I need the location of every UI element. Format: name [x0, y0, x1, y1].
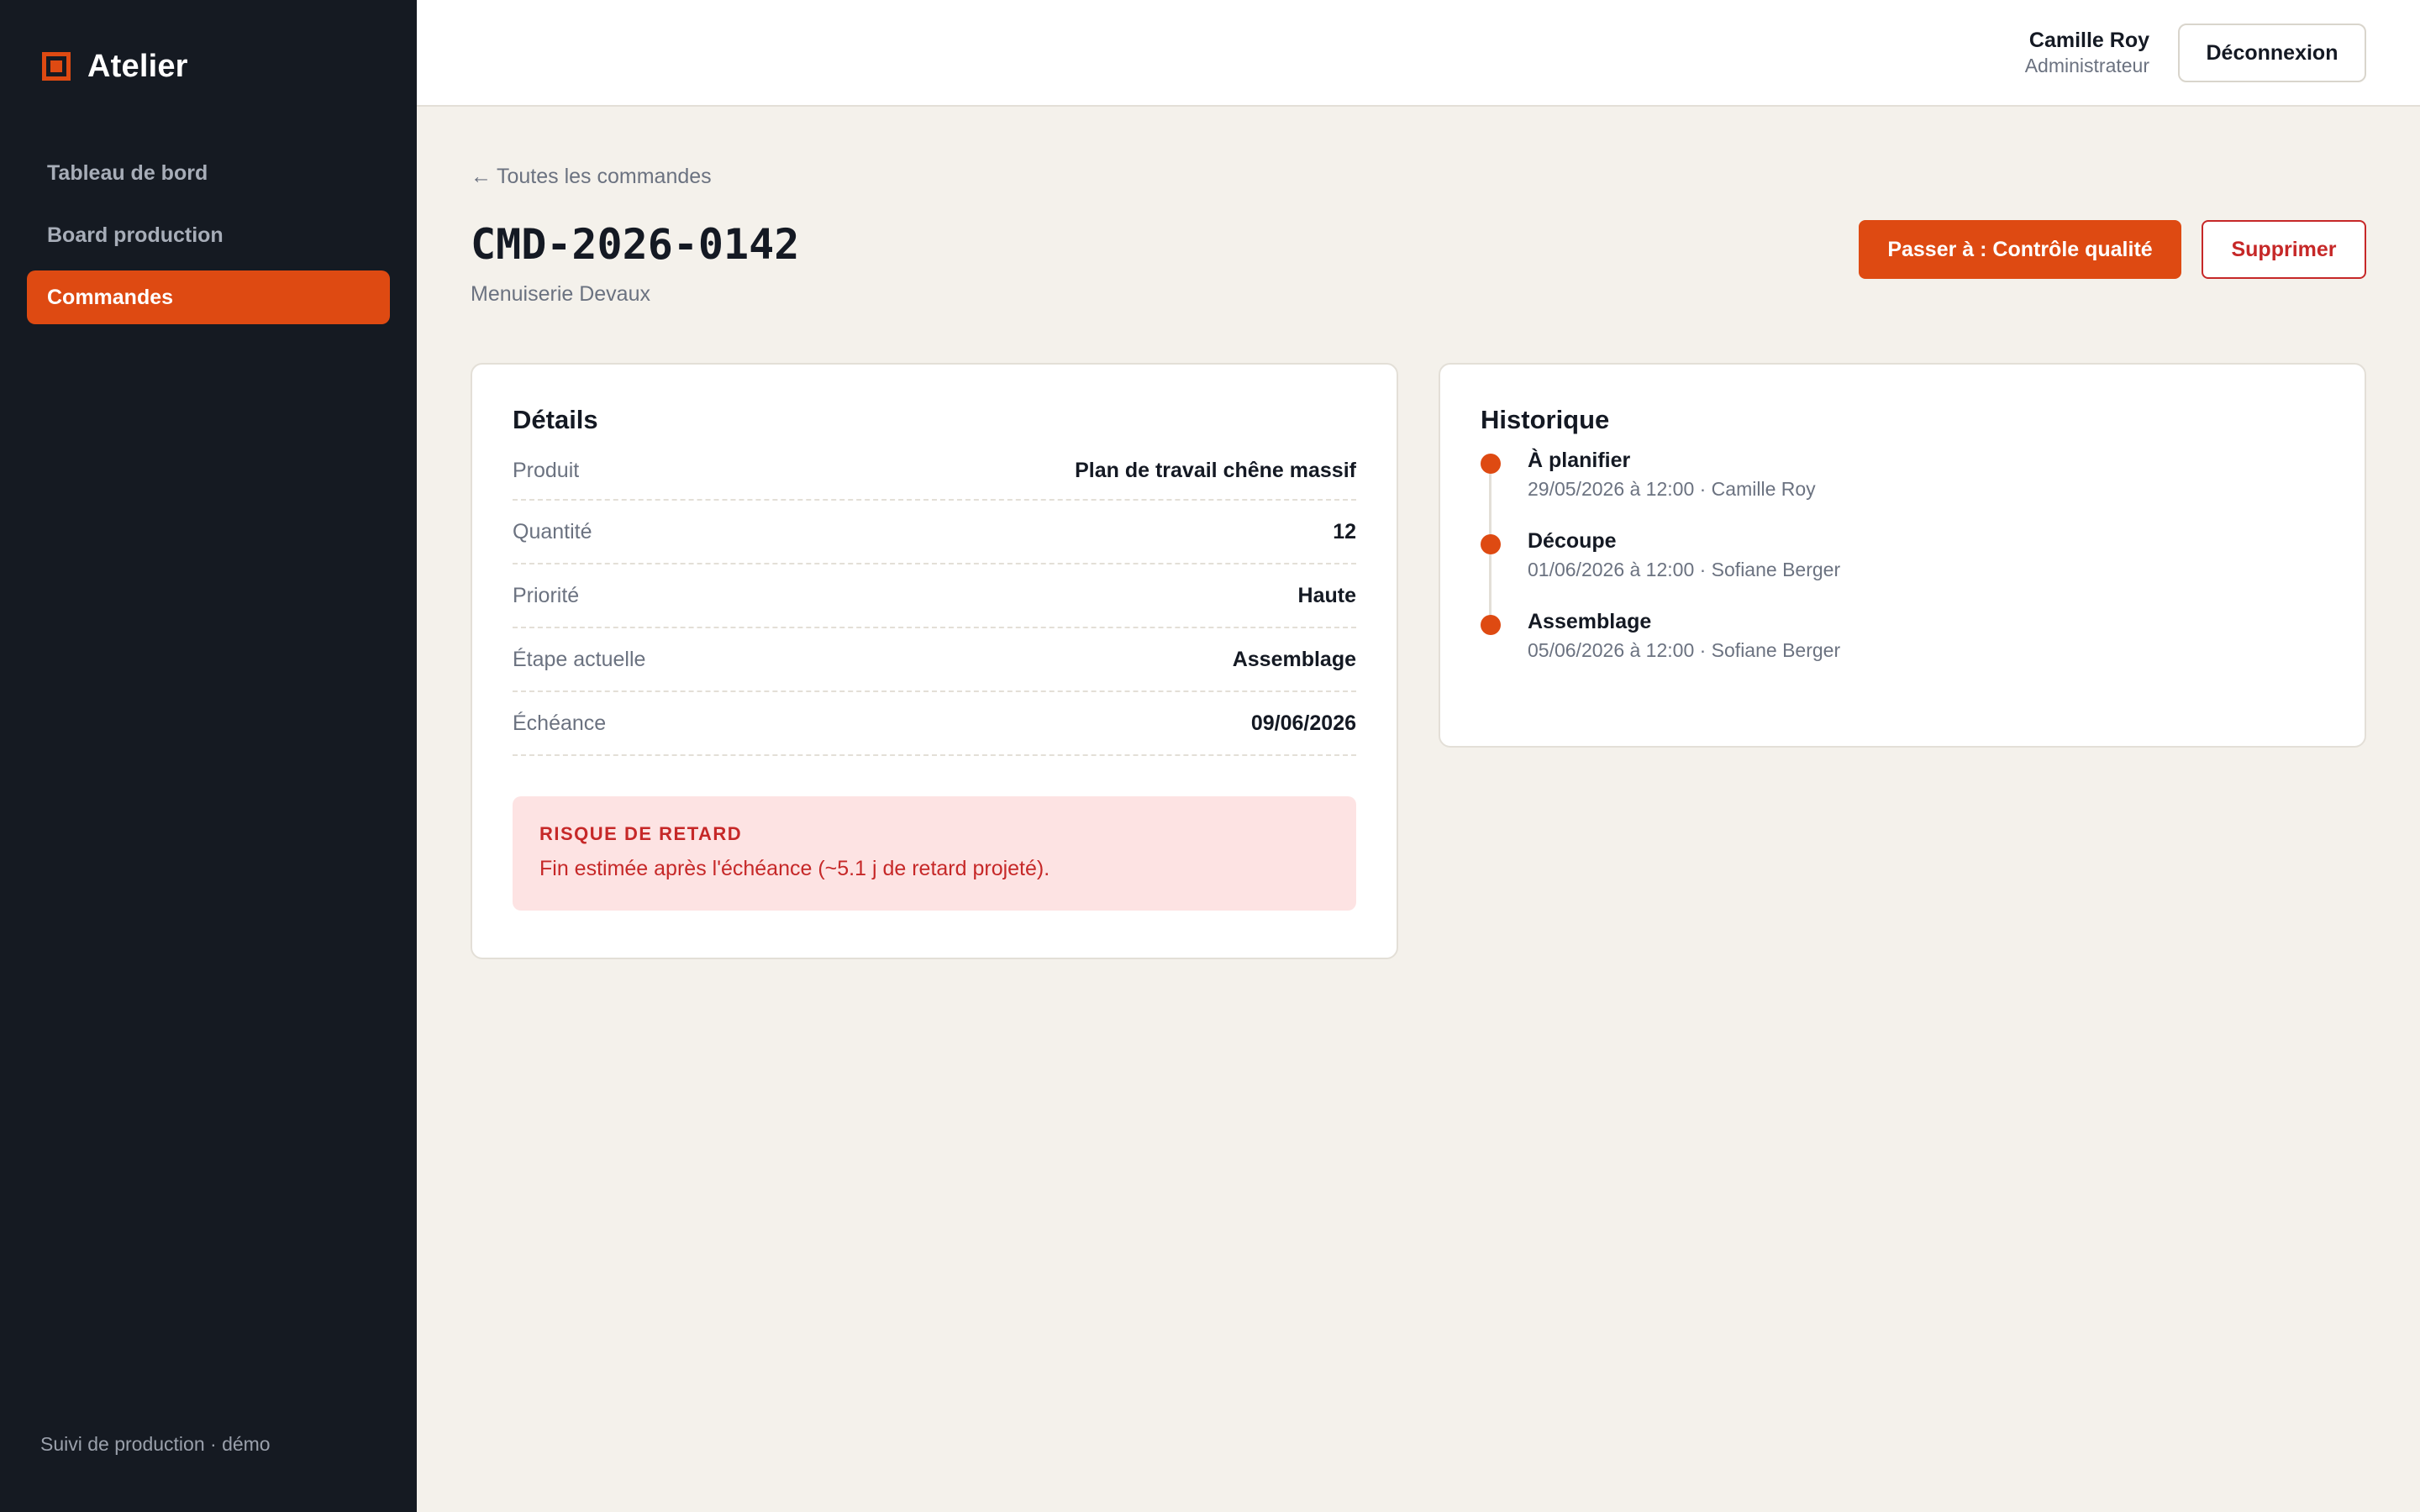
- timeline-item-meta: 01/06/2026 à 12:00 · Sofiane Berger: [1528, 559, 1841, 580]
- sidebar-item-tableau-de-bord[interactable]: Tableau de bord: [27, 146, 390, 200]
- details-card: Détails Produit Plan de travail chêne ma…: [471, 363, 1398, 959]
- sidebar-footer: Suivi de production · démo: [40, 1433, 271, 1455]
- detail-value: Plan de travail chêne massif: [1075, 459, 1356, 482]
- history-card: Historique À planifier 29/05/2026 à 12:0…: [1439, 363, 2366, 748]
- sidebar-item-commandes[interactable]: Commandes: [27, 270, 390, 324]
- user-name: Camille Roy: [2028, 29, 2149, 52]
- brand-logo-icon: [42, 52, 71, 81]
- delay-risk-alert: RISQUE DE RETARD Fin estimée après l'éch…: [513, 796, 1356, 911]
- delete-button[interactable]: Supprimer: [2202, 220, 2366, 279]
- detail-value: Assemblage: [1232, 647, 1356, 671]
- detail-label: Priorité: [513, 583, 580, 607]
- timeline-item-title: Assemblage: [1528, 610, 1652, 633]
- detail-row-echeance: Échéance 09/06/2026: [513, 692, 1356, 756]
- arrow-left-icon: ←: [471, 165, 492, 188]
- sidebar-item-board-production[interactable]: Board production: [27, 208, 390, 262]
- topbar: Camille Roy Administrateur Déconnexion: [417, 0, 2420, 107]
- timeline-item: Découpe 01/06/2026 à 12:00 · Sofiane Ber…: [1481, 529, 2324, 610]
- sidebar-item-label: Board production: [47, 223, 224, 247]
- details-title: Détails: [513, 405, 598, 434]
- user-role: Administrateur: [2024, 55, 2149, 76]
- timeline-item-title: À planifier: [1528, 449, 1631, 472]
- detail-label: Quantité: [513, 519, 592, 543]
- logout-button[interactable]: Déconnexion: [2178, 24, 2366, 82]
- detail-value: 12: [1333, 519, 1356, 543]
- alert-title: RISQUE DE RETARD: [539, 823, 743, 844]
- detail-label: Étape actuelle: [513, 647, 646, 671]
- timeline-dot-icon: [1481, 454, 1501, 474]
- page-title: CMD-2026-0142: [471, 220, 800, 269]
- sidebar-item-label: Tableau de bord: [47, 160, 208, 185]
- timeline-dot-icon: [1481, 615, 1501, 635]
- brand-name: Atelier: [87, 48, 188, 84]
- back-to-orders-link[interactable]: ← Toutes les commandes: [471, 165, 712, 189]
- page-subtitle: Menuiserie Devaux: [471, 282, 650, 306]
- detail-row-produit: Produit Plan de travail chêne massif: [513, 449, 1356, 501]
- sidebar-item-label: Commandes: [47, 285, 174, 309]
- timeline-dot-icon: [1481, 534, 1501, 554]
- detail-value: Haute: [1297, 583, 1356, 607]
- detail-row-priorite: Priorité Haute: [513, 564, 1356, 628]
- brand[interactable]: Atelier: [42, 47, 188, 86]
- detail-row-quantite: Quantité 12: [513, 501, 1356, 564]
- timeline-item: Assemblage 05/06/2026 à 12:00 · Sofiane …: [1481, 610, 2324, 690]
- timeline-item-meta: 29/05/2026 à 12:00 · Camille Roy: [1528, 478, 1816, 500]
- timeline-item-title: Découpe: [1528, 529, 1617, 553]
- history-timeline: À planifier 29/05/2026 à 12:00 · Camille…: [1481, 449, 2324, 690]
- timeline-item: À planifier 29/05/2026 à 12:00 · Camille…: [1481, 449, 2324, 529]
- sidebar-nav: Tableau de bord Board production Command…: [27, 146, 390, 333]
- detail-label: Produit: [513, 459, 580, 482]
- detail-row-etape: Étape actuelle Assemblage: [513, 628, 1356, 692]
- detail-label: Échéance: [513, 711, 607, 735]
- detail-value: 09/06/2026: [1250, 711, 1356, 735]
- sidebar: Atelier Tableau de bord Board production…: [0, 0, 417, 1512]
- user-info: Camille Roy Administrateur: [2025, 29, 2149, 77]
- advance-stage-button[interactable]: Passer à : Contrôle qualité: [1859, 220, 2181, 279]
- history-title: Historique: [1481, 405, 1610, 434]
- back-link-label: Toutes les commandes: [497, 165, 712, 188]
- timeline-item-meta: 05/06/2026 à 12:00 · Sofiane Berger: [1528, 639, 1841, 661]
- alert-text: Fin estimée après l'échéance (~5.1 j de …: [539, 857, 1050, 880]
